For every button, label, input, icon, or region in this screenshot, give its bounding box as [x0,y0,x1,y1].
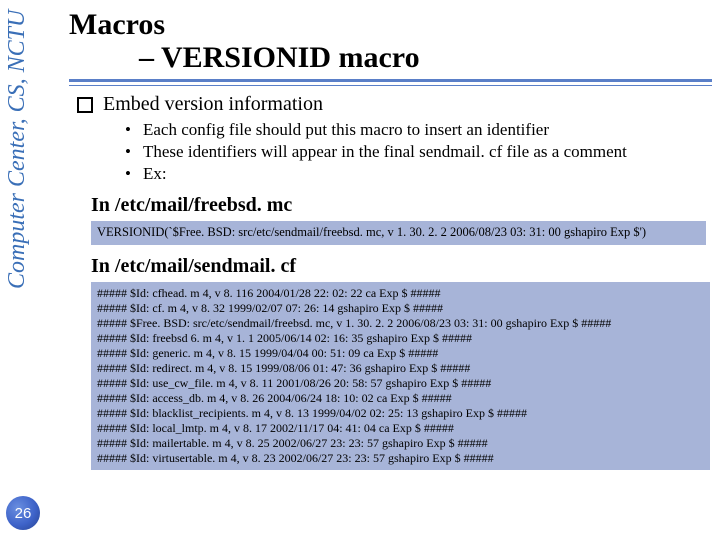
page-number: 26 [15,505,32,522]
code-line: ##### $Id: cf. m 4, v 8. 32 1999/02/07 0… [97,301,704,316]
code-line: ##### $Free. BSD: src/etc/sendmail/freeb… [97,316,704,331]
slide-title: Macros [69,8,712,41]
sub-bullet: Each config file should put this macro t… [125,120,712,140]
heading-mc: In /etc/mail/freebsd. mc [91,194,712,217]
square-bullet-icon [77,97,93,113]
bullet-level1: Embed version information [77,93,712,116]
code-line: ##### $Id: cfhead. m 4, v 8. 116 2004/01… [97,286,704,301]
code-line: ##### $Id: virtusertable. m 4, v 8. 23 2… [97,451,704,466]
code-line: ##### $Id: redirect. m 4, v 8. 15 1999/0… [97,361,704,376]
code-line: ##### $Id: access_db. m 4, v 8. 26 2004/… [97,391,704,406]
page-number-badge: 26 [6,496,40,530]
sub-bullet: These identifiers will appear in the fin… [125,142,712,162]
slide-root: Computer Center, CS, NCTU 26 Macros – VE… [0,0,720,540]
code-line: ##### $Id: use_cw_file. m 4, v 8. 11 200… [97,376,704,391]
codebox-mc: VERSIONID(`$Free. BSD: src/etc/sendmail/… [91,221,706,245]
code-line: ##### $Id: mailertable. m 4, v 8. 25 200… [97,436,704,451]
bullet-text: Embed version information [103,93,323,116]
code-line: VERSIONID(`$Free. BSD: src/etc/sendmail/… [97,225,700,241]
slide-content: Macros – VERSIONID macro Embed version i… [55,0,718,540]
slide-subtitle: – VERSIONID macro [139,41,712,75]
heading-cf: In /etc/mail/sendmail. cf [91,255,712,278]
code-line: ##### $Id: local_lmtp. m 4, v 8. 17 2002… [97,421,704,436]
sidebar-label: Computer Center, CS, NCTU [0,10,40,430]
codebox-cf: ##### $Id: cfhead. m 4, v 8. 116 2004/01… [91,282,710,470]
code-line: ##### $Id: generic. m 4, v 8. 15 1999/04… [97,346,704,361]
code-line: ##### $Id: blacklist_recipients. m 4, v … [97,406,704,421]
code-line: ##### $Id: freebsd 6. m 4, v 1. 1 2005/0… [97,331,704,346]
sub-bullet: Ex: [125,164,712,184]
sub-bullets: Each config file should put this macro t… [125,120,712,184]
